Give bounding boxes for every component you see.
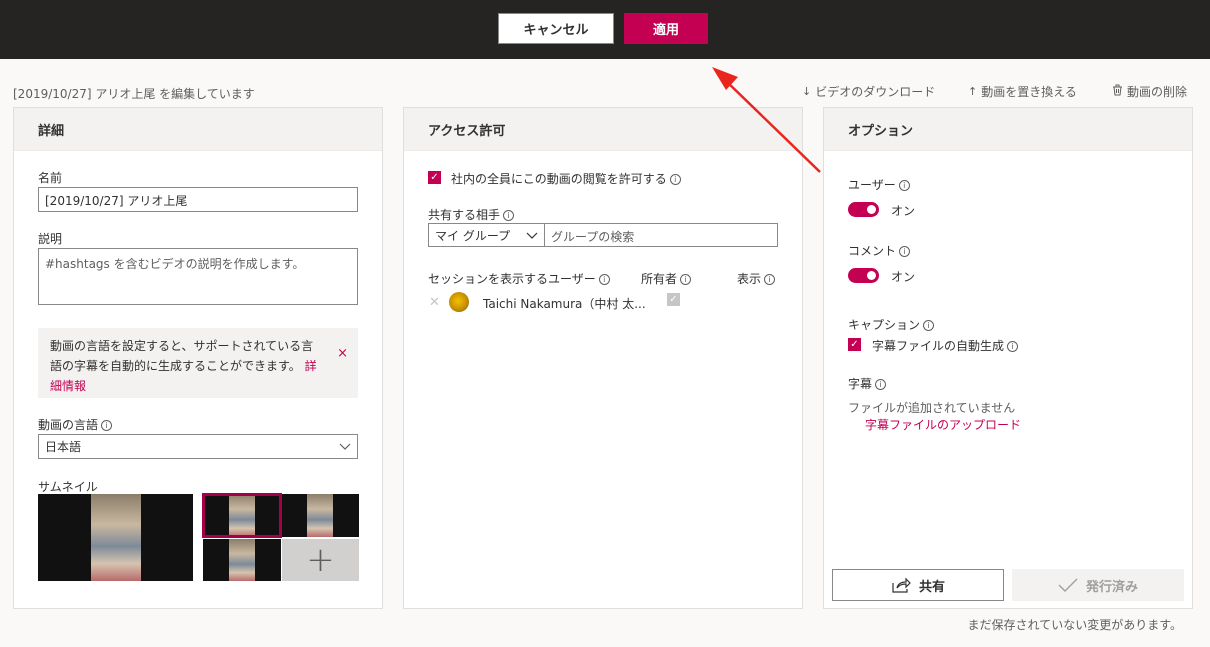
annotation-arrow <box>712 67 821 173</box>
